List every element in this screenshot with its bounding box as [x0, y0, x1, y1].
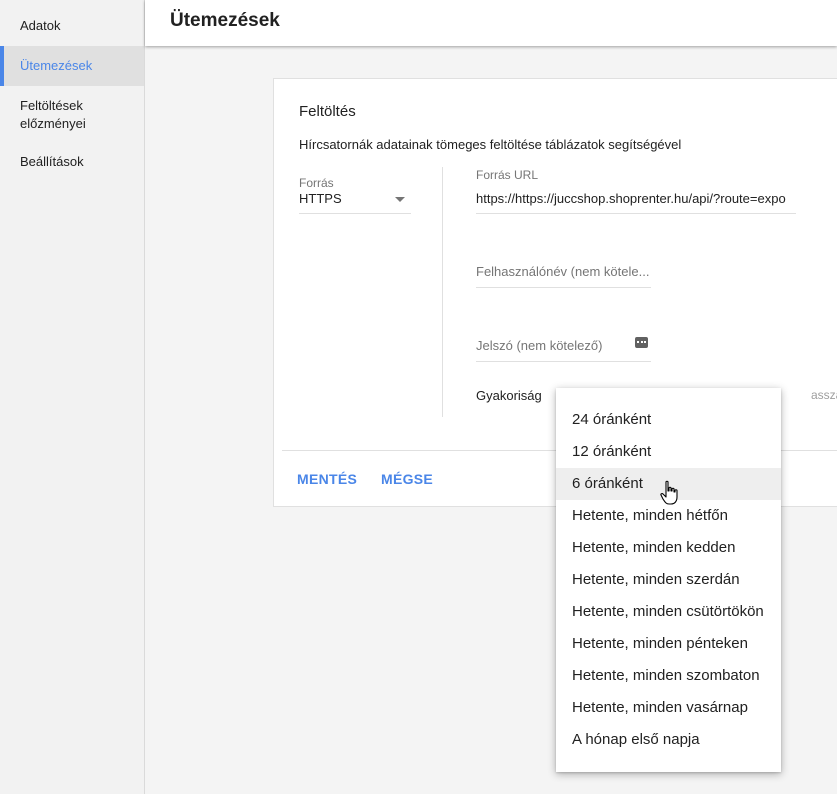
- caret-down-icon: [395, 197, 405, 202]
- password-visibility-icon[interactable]: [635, 337, 648, 348]
- sidebar-item-label: Adatok: [20, 18, 61, 33]
- url-label: Forrás URL: [476, 168, 539, 182]
- frequency-option[interactable]: Hetente, minden csütörtökön: [556, 596, 781, 628]
- sidebar-item-utemezesek[interactable]: Ütemezések: [0, 46, 144, 86]
- source-value: HTTPS: [299, 191, 342, 206]
- frequency-option[interactable]: Hetente, minden pénteken: [556, 628, 781, 660]
- frequency-hint: assza ki, h: [811, 388, 837, 402]
- hand-pointer-icon: [660, 480, 678, 505]
- frequency-option[interactable]: A hónap első napja: [556, 724, 781, 756]
- username-input[interactable]: Felhasználónév (nem kötele...: [476, 262, 651, 288]
- page-header: Ütemezések: [145, 0, 837, 46]
- password-input[interactable]: Jelszó (nem kötelező): [476, 336, 651, 362]
- frequency-option[interactable]: 12 óránként: [556, 436, 781, 468]
- section-title: Feltöltés: [299, 103, 356, 120]
- section-description: Hírcsatornák adatainak tömeges feltöltés…: [299, 137, 682, 152]
- frequency-dropdown-menu: 24 óránként 12 óránként 6 óránként Heten…: [556, 388, 781, 772]
- sidebar-item-label: Feltöltések előzményei: [20, 98, 86, 131]
- sidebar-item-feltoltesek-elozmenyei[interactable]: Feltöltések előzményei: [0, 97, 120, 133]
- source-label: Forrás: [299, 176, 334, 190]
- source-select[interactable]: HTTPS: [299, 189, 411, 214]
- frequency-option[interactable]: Hetente, minden kedden: [556, 532, 781, 564]
- sidebar-item-label: Beállítások: [20, 154, 84, 169]
- frequency-option[interactable]: Hetente, minden szombaton: [556, 660, 781, 692]
- username-placeholder: Felhasználónév (nem kötele...: [476, 264, 650, 279]
- password-placeholder: Jelszó (nem kötelező): [476, 338, 603, 353]
- url-input[interactable]: https://https://juccshop.shoprenter.hu/a…: [476, 189, 796, 214]
- frequency-option[interactable]: Hetente, minden szerdán: [556, 564, 781, 596]
- vertical-divider: [442, 167, 443, 417]
- save-button[interactable]: MENTÉS: [297, 471, 357, 487]
- frequency-option[interactable]: 24 óránként: [556, 404, 781, 436]
- page-title: Ütemezések: [170, 10, 280, 31]
- url-value: https://https://juccshop.shoprenter.hu/a…: [476, 191, 786, 206]
- frequency-option[interactable]: Hetente, minden vasárnap: [556, 692, 781, 724]
- cancel-button[interactable]: MÉGSE: [381, 471, 433, 487]
- sidebar: Adatok Ütemezések Feltöltések előzményei…: [0, 0, 145, 794]
- sidebar-item-beallitasok[interactable]: Beállítások: [0, 153, 144, 171]
- sidebar-item-label: Ütemezések: [20, 58, 93, 73]
- frequency-label: Gyakoriság: [476, 388, 542, 403]
- sidebar-item-adatok[interactable]: Adatok: [0, 17, 144, 35]
